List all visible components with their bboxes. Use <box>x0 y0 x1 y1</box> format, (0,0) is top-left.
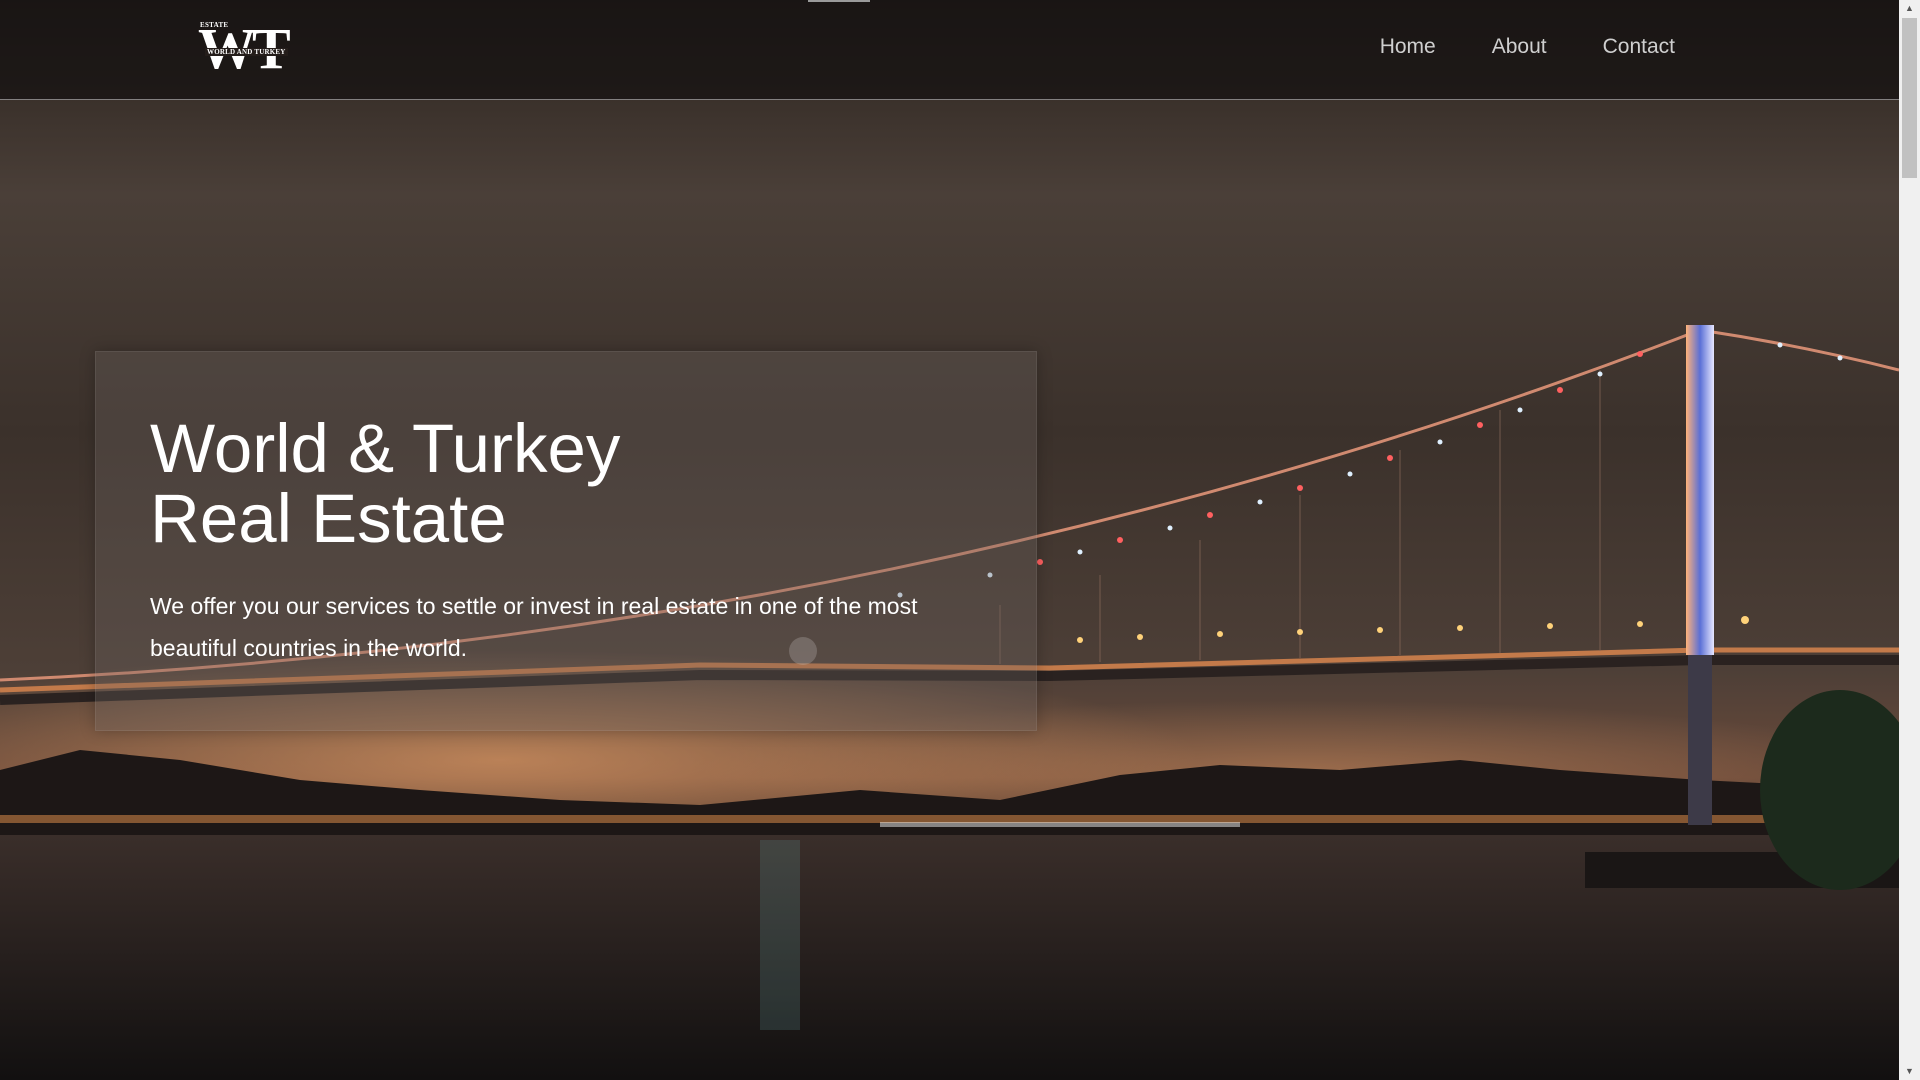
main-nav: Home About Contact <box>1380 35 1675 59</box>
scroll-down-arrow-icon[interactable]: ▼ <box>1899 1063 1920 1080</box>
nav-contact-link[interactable]: Contact <box>1603 35 1675 59</box>
site-logo[interactable]: WT ESTATE WORLD AND TURKEY <box>198 18 302 82</box>
hero-title-line-2: Real Estate <box>150 480 507 557</box>
logo-subtitle: WORLD AND TURKEY <box>205 48 288 56</box>
logo-estate-text: ESTATE <box>200 21 229 29</box>
scroll-up-arrow-icon[interactable]: ▲ <box>1899 0 1920 17</box>
hero-description: We offer you our services to settle or i… <box>150 593 918 661</box>
nav-home-link[interactable]: Home <box>1380 35 1436 59</box>
scrollbar-thumb[interactable] <box>1902 18 1917 178</box>
nav-about-link[interactable]: About <box>1492 35 1547 59</box>
page-scrollbar[interactable]: ▲ ▼ <box>1899 0 1920 1080</box>
active-indicator <box>808 0 870 2</box>
top-navbar: WT ESTATE WORLD AND TURKEY Home About Co… <box>0 0 1899 100</box>
hero-title: World & Turkey Real Estate <box>150 414 620 554</box>
hero-card: World & Turkey Real Estate We offer you … <box>95 351 1037 731</box>
hero-title-line-1: World & Turkey <box>150 410 621 487</box>
